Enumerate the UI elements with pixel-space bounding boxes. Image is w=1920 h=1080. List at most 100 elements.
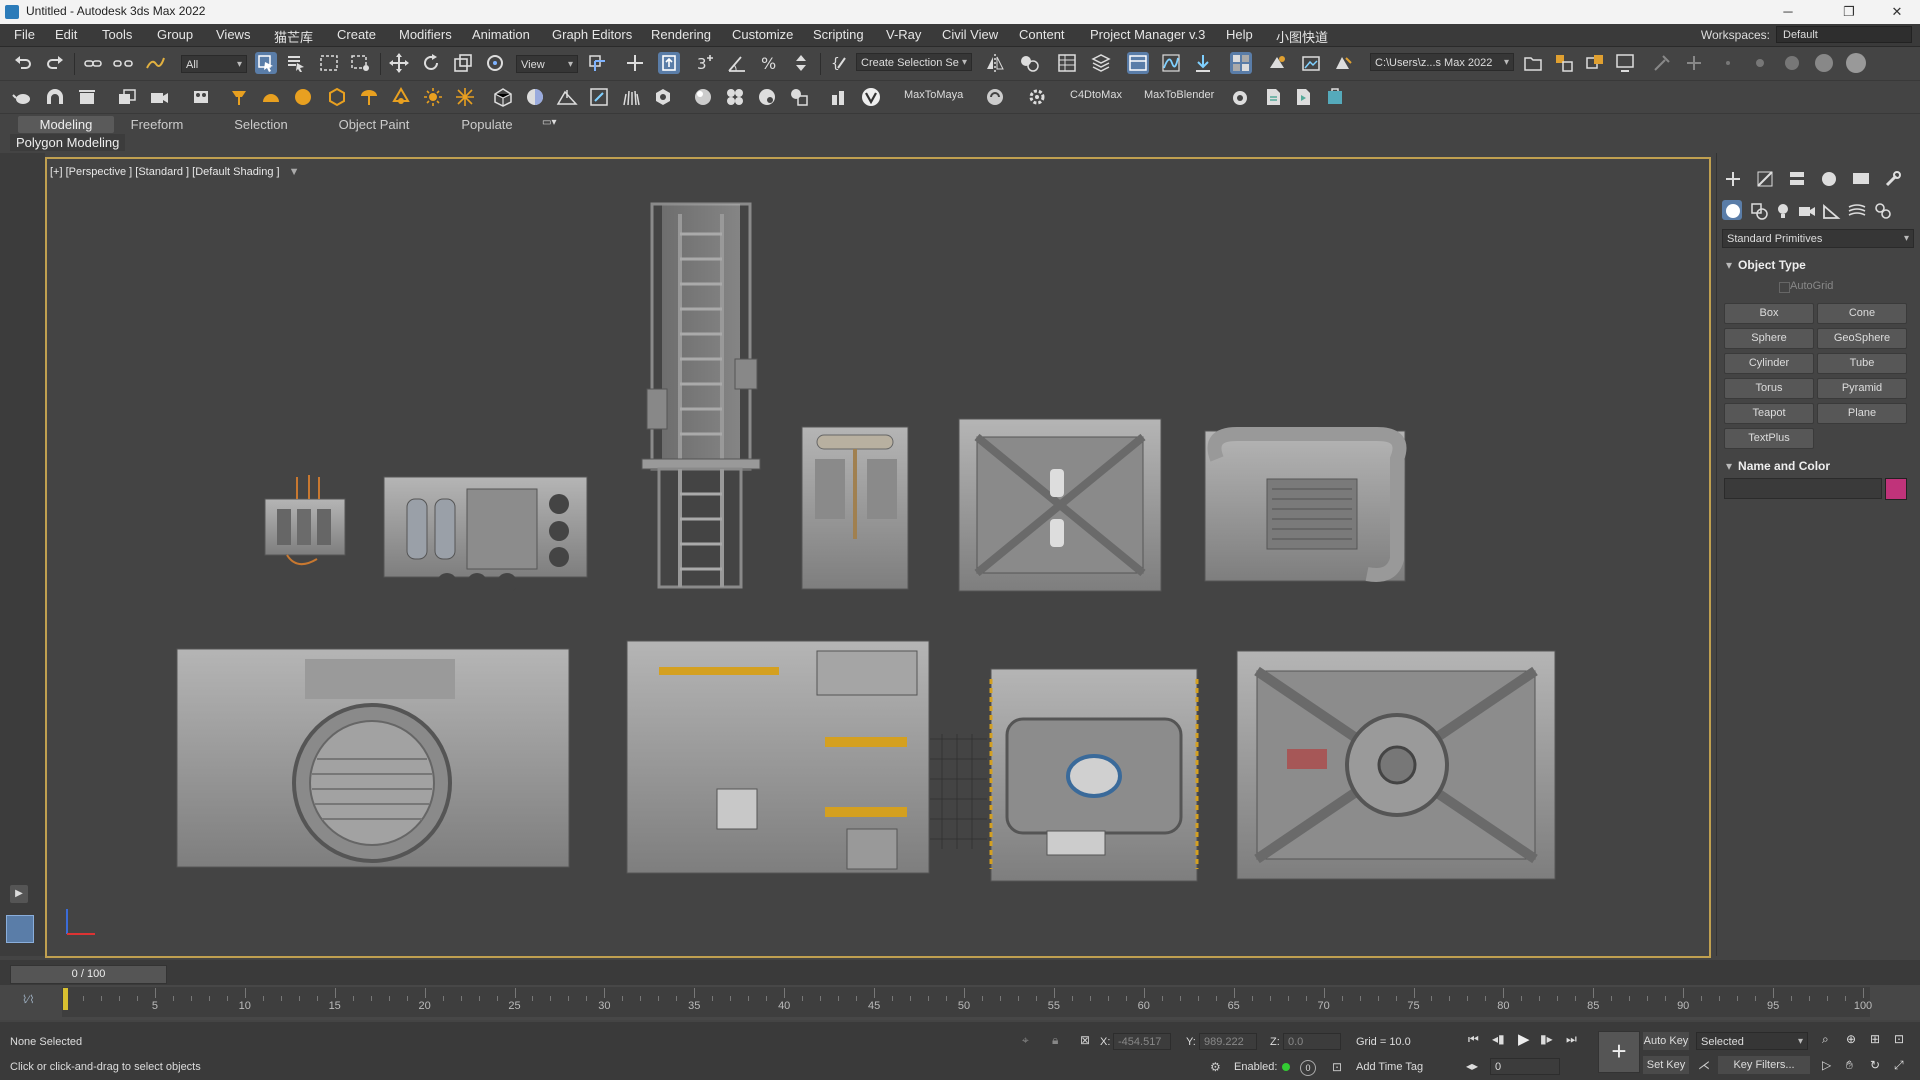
menu-rendering[interactable]: Rendering (651, 27, 711, 42)
menu-graph-editors[interactable]: Graph Editors (552, 27, 632, 42)
menu-civil-view[interactable]: Civil View (942, 27, 998, 42)
viewport-layout-thumb[interactable] (6, 915, 34, 943)
reference-coord-dropdown[interactable]: View (516, 55, 578, 73)
shapes-category-icon[interactable] (1748, 200, 1768, 220)
toggle-ribbon-icon[interactable] (1127, 52, 1149, 74)
menu-animation[interactable]: Animation (472, 27, 530, 42)
selection-lock-icon[interactable]: 🔒︎ (1052, 1033, 1068, 1049)
utilities-tab-icon[interactable] (1882, 168, 1902, 188)
display-tab-icon[interactable] (1850, 168, 1870, 188)
object-type-rollout[interactable]: Object Type (1722, 256, 1914, 274)
menu-customize[interactable]: Customize (732, 27, 793, 42)
box-button[interactable]: Box (1724, 303, 1814, 324)
vray-fur-icon[interactable] (620, 86, 642, 108)
add-time-tag-button[interactable]: Add Time Tag (1356, 1061, 1423, 1073)
cameras-category-icon[interactable] (1796, 200, 1816, 220)
space-warps-category-icon[interactable] (1846, 200, 1866, 220)
orbit-icon[interactable]: ↻ (1870, 1058, 1880, 1072)
current-frame-marker[interactable] (63, 988, 68, 1010)
sphere-button[interactable]: Sphere (1724, 328, 1814, 349)
project-folder-dropdown[interactable]: C:\Users\z...s Max 2022 (1370, 53, 1514, 71)
geosphere-button[interactable]: GeoSphere (1817, 328, 1907, 349)
key-tangents-icon[interactable]: ⋌ (1698, 1058, 1710, 1072)
menu-plugin-library[interactable]: 猫芒库 (274, 27, 313, 46)
bind-space-warp-icon[interactable] (144, 52, 166, 74)
name-and-color-rollout[interactable]: Name and Color (1722, 457, 1914, 475)
rotate-icon[interactable] (420, 52, 442, 74)
converter-icon[interactable] (984, 86, 1006, 108)
motion-tab-icon[interactable] (1818, 168, 1838, 188)
maximize-viewport-icon[interactable]: ⤢ (1894, 1058, 1904, 1073)
tab-populate[interactable]: Populate (448, 116, 526, 133)
scene-explorer-icon[interactable] (1056, 52, 1078, 74)
select-object-icon[interactable] (255, 52, 277, 74)
isolate-selection-icon[interactable]: ⌖ (1022, 1033, 1038, 1049)
mini-curve-editor-icon[interactable]: ⌇∕⌇ (22, 993, 35, 1006)
minimize-icon[interactable]: ─ (1765, 0, 1811, 24)
helpers-category-icon[interactable] (1820, 200, 1841, 220)
perspective-viewport[interactable] (45, 157, 1711, 958)
menu-project-manager[interactable]: Project Manager v.3 (1090, 27, 1205, 42)
absolute-mode-icon[interactable]: ⊠ (1080, 1033, 1096, 1049)
dot-large-icon[interactable] (1781, 52, 1803, 74)
paint-tool-icon[interactable] (1651, 52, 1673, 74)
menu-group[interactable]: Group (157, 27, 193, 42)
pivot-center-icon[interactable] (586, 52, 608, 74)
menu-views[interactable]: Views (216, 27, 250, 42)
textplus-button[interactable]: TextPlus (1724, 428, 1814, 449)
blender-logo-icon[interactable] (1228, 86, 1250, 108)
enabled-toggle[interactable]: 0 (1300, 1060, 1316, 1076)
ladder-tower-model[interactable] (641, 202, 761, 589)
align-icon[interactable] (1018, 52, 1040, 74)
window-crossing-icon[interactable] (349, 52, 371, 74)
zoom-extents-icon[interactable]: ⊞ (1870, 1032, 1880, 1046)
time-tag-icon[interactable]: ⊡ (1332, 1060, 1348, 1076)
max-to-maya-button[interactable]: MaxToMaya (904, 89, 963, 101)
filter-icon[interactable]: ▼ (289, 166, 300, 178)
snaps-toggle-icon[interactable]: 3 (694, 52, 716, 74)
angle-snap-icon[interactable] (726, 52, 748, 74)
dot-medium-icon[interactable] (1749, 52, 1771, 74)
object-category-dropdown[interactable]: Standard Primitives (1722, 229, 1914, 248)
spinner-snap-icon[interactable] (790, 52, 812, 74)
menu-create[interactable]: Create (337, 27, 376, 42)
hierarchy-tab-icon[interactable] (1786, 168, 1806, 188)
key-selection-dropdown[interactable]: Selected (1696, 1032, 1808, 1050)
dot-xlarge-icon[interactable] (1813, 52, 1835, 74)
menu-tools[interactable]: Tools (102, 27, 132, 42)
x-coordinate-field[interactable]: -454.517 (1113, 1033, 1171, 1050)
maximize-icon[interactable]: ❐ (1826, 0, 1872, 24)
vray-proxy-icon[interactable] (492, 86, 514, 108)
vray-decal-icon[interactable] (652, 86, 674, 108)
move-icon[interactable] (388, 52, 410, 74)
scale-icon[interactable] (452, 52, 474, 74)
play-icon[interactable]: ▶ (1518, 1030, 1530, 1048)
box-open-icon[interactable] (76, 86, 98, 108)
set-key-big-icon[interactable]: + (1598, 1031, 1640, 1073)
material-slots-icon[interactable] (788, 86, 810, 108)
render-production-icon[interactable] (1332, 52, 1354, 74)
c4d-to-max-button[interactable]: C4DtoMax (1070, 89, 1122, 101)
menu-content[interactable]: Content (1019, 27, 1065, 42)
create-tab-icon[interactable] (1722, 168, 1742, 188)
undo-icon[interactable] (12, 52, 34, 74)
set-project-folder-icon[interactable] (1522, 52, 1544, 74)
close-icon[interactable]: ✕ (1874, 0, 1920, 24)
modify-tab-icon[interactable] (1754, 168, 1774, 188)
vray-clipper-icon[interactable] (588, 86, 610, 108)
go-to-end-icon[interactable]: ⏭ (1566, 1032, 1577, 1047)
expand-layout-icon[interactable]: ▶ (10, 885, 28, 903)
pan-icon[interactable]: ✋︎ (1846, 1058, 1853, 1073)
cylinder-button[interactable]: Cylinder (1724, 353, 1814, 374)
electrical-panel-model[interactable] (264, 475, 346, 566)
dot-xxlarge-icon[interactable] (1845, 52, 1867, 74)
menu-file[interactable]: File (14, 27, 35, 42)
viewport-label[interactable]: [+] [Perspective ] [Standard ] [Default … (50, 166, 300, 178)
redo-icon[interactable] (44, 52, 66, 74)
material-editor-icon[interactable] (1230, 52, 1252, 74)
pipe-machine-model[interactable] (1204, 427, 1407, 582)
tab-object-paint[interactable]: Object Paint (326, 116, 422, 133)
time-slider[interactable]: 0 / 100 (10, 965, 167, 984)
edit-named-selection-icon[interactable]: { (828, 52, 850, 74)
tab-modeling[interactable]: Modeling (18, 116, 114, 133)
